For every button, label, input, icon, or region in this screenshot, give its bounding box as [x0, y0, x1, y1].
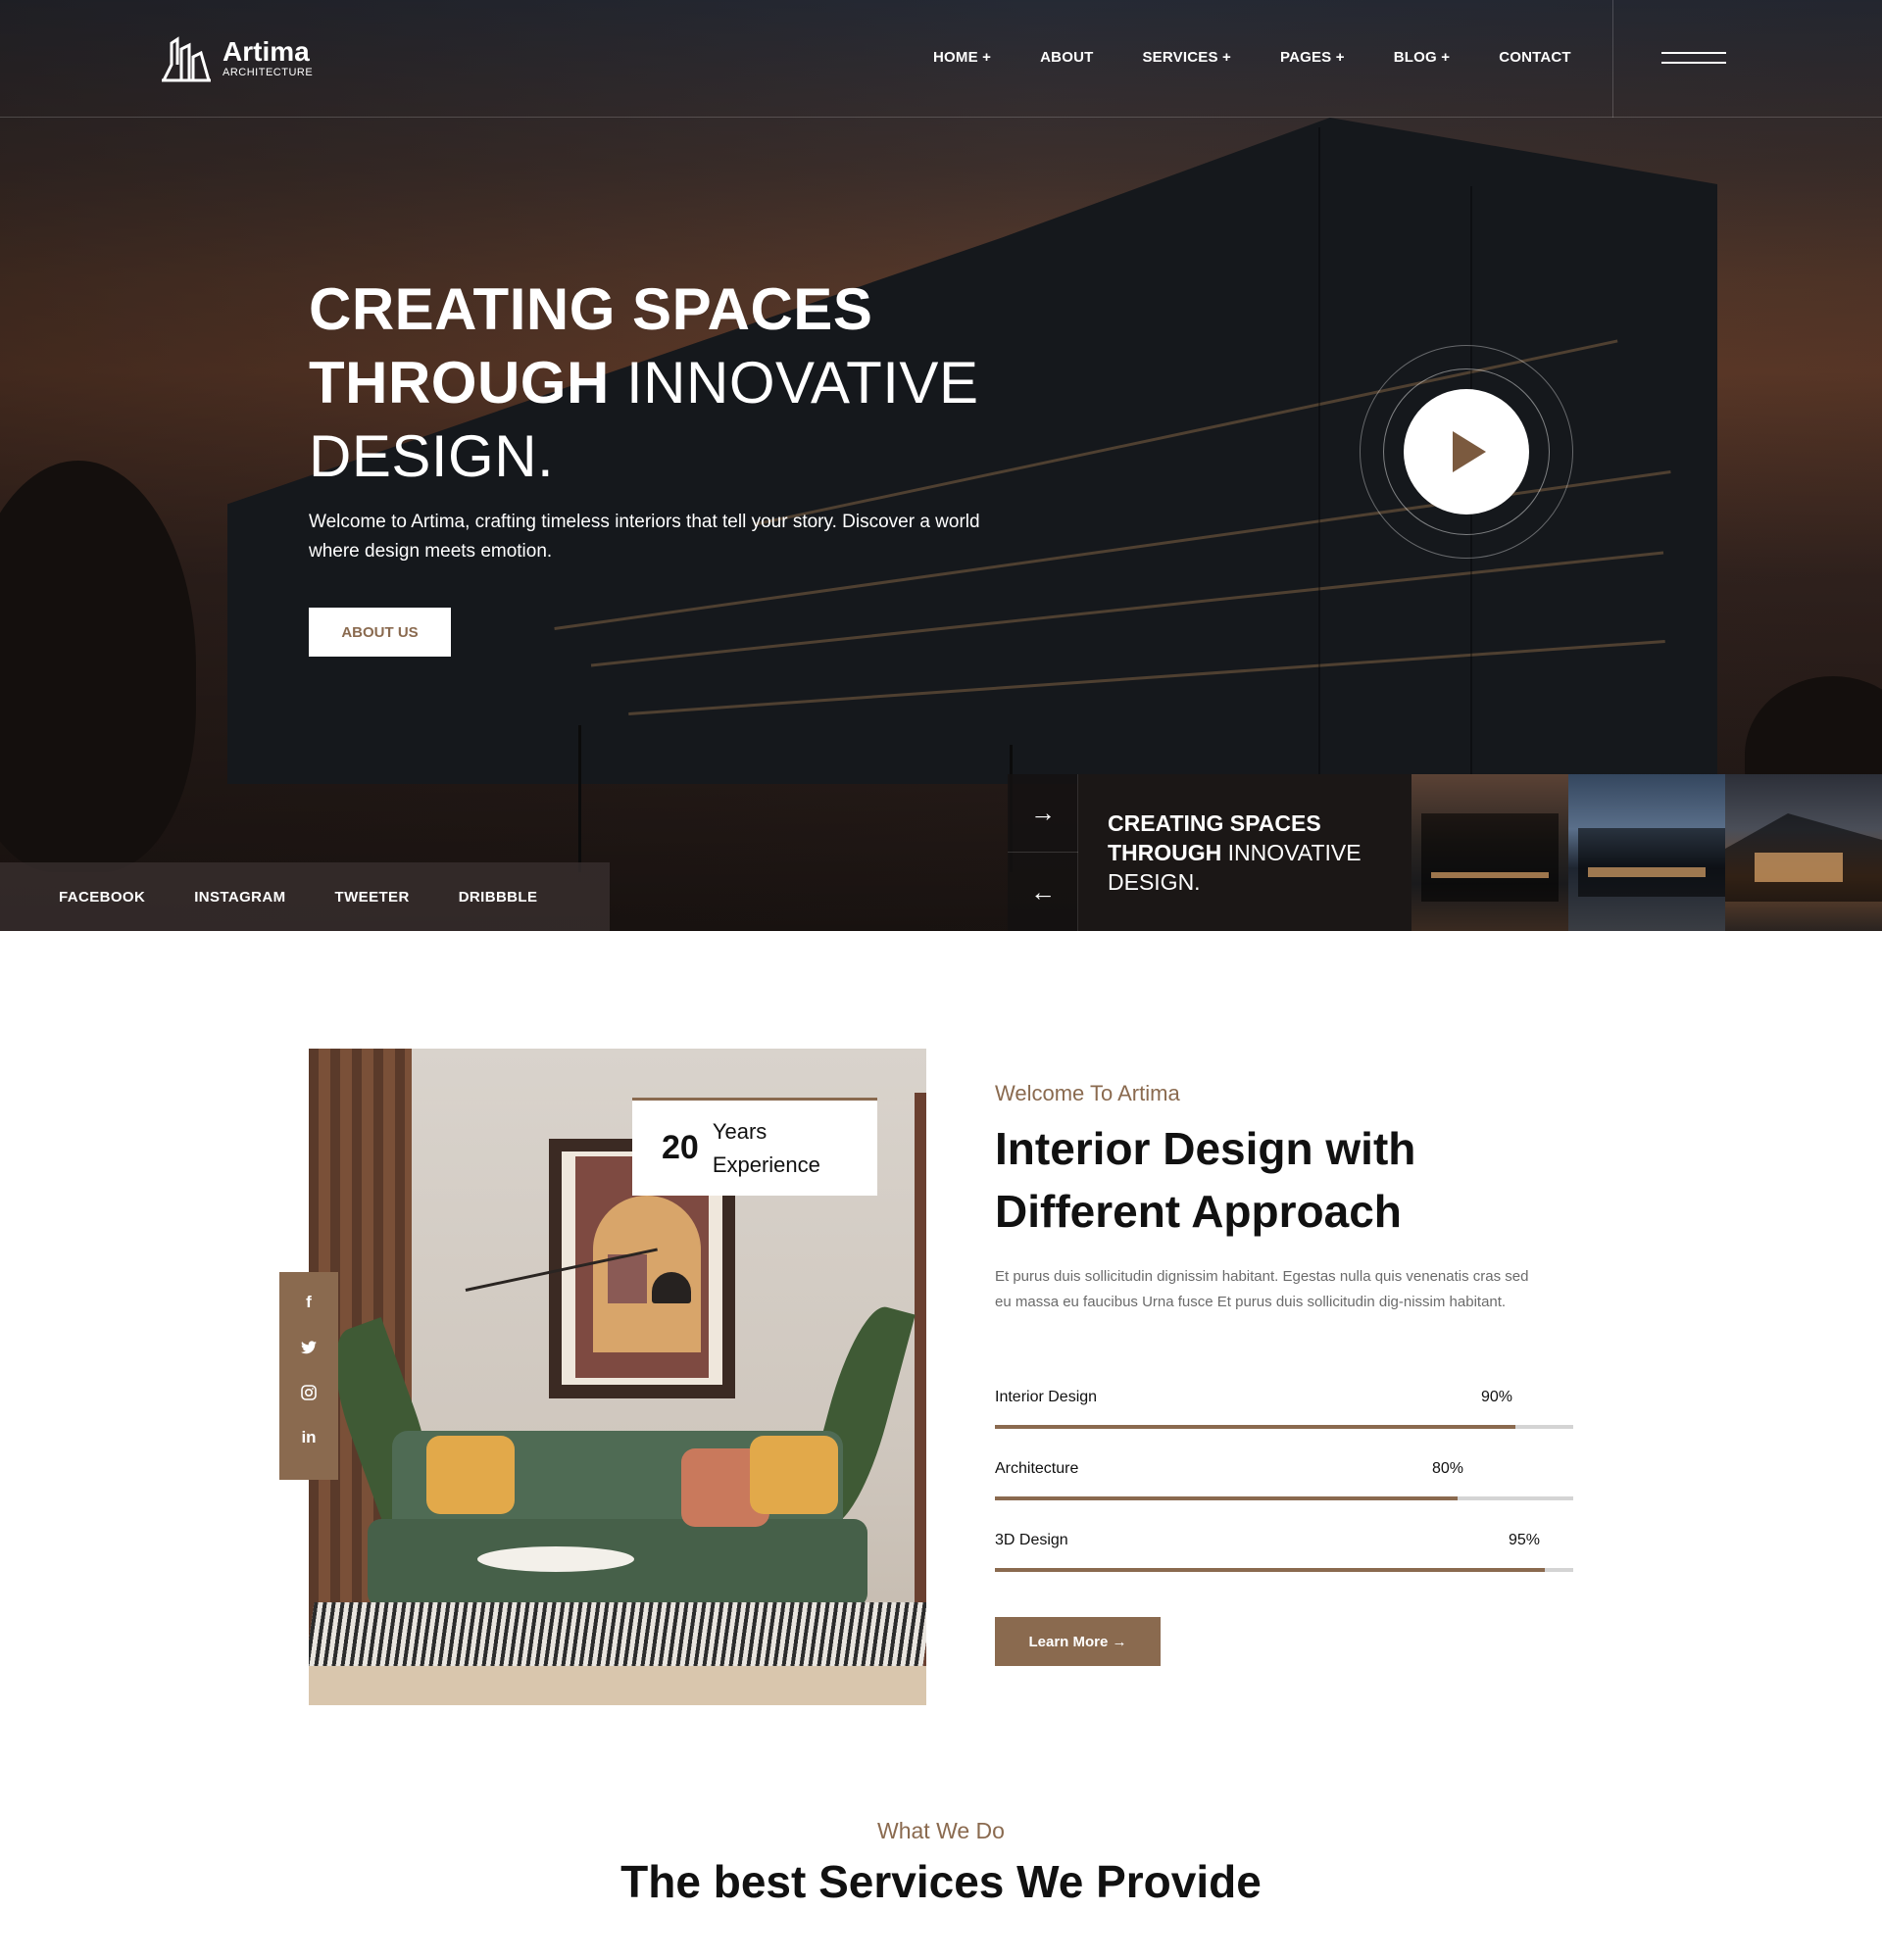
skill-name: 3D Design — [995, 1532, 1068, 1548]
experience-badge: 20 Years Experience — [632, 1098, 877, 1196]
linkedin-icon[interactable]: in — [279, 1415, 338, 1460]
about-text: Et purus duis sollicitudin dignissim hab… — [995, 1268, 1529, 1310]
about-subtitle: Welcome To Artima — [995, 1081, 1180, 1105]
wood-floor — [309, 1666, 926, 1705]
play-icon — [1453, 431, 1486, 472]
arrow-right-icon[interactable]: → — [1008, 774, 1078, 853]
building-logo-icon — [160, 35, 213, 82]
skill-percent: 80% — [1432, 1460, 1464, 1477]
skill-fill — [995, 1496, 1458, 1500]
hero-title: CREATING SPACES THROUGH INNOVATIVE DESIG… — [309, 272, 978, 493]
coffee-table — [477, 1546, 634, 1572]
social-dribbble[interactable]: DRIBBBLE — [459, 889, 538, 906]
thumb-building — [1578, 828, 1725, 897]
slider-caption-line2-bold: THROUGH — [1108, 840, 1222, 865]
building-column — [1318, 127, 1320, 774]
skill-percent: 95% — [1509, 1532, 1541, 1548]
hero-section: Artima ARCHITECTURE HOME + ABOUT SERVICE… — [0, 0, 1882, 931]
slider-caption: CREATING SPACES THROUGH INNOVATIVE DESIG… — [1078, 774, 1412, 931]
nav-home[interactable]: HOME + — [933, 49, 991, 66]
facebook-icon[interactable]: f — [279, 1280, 338, 1325]
slider-arrows: → ← — [1008, 774, 1078, 931]
nav-pages[interactable]: PAGES + — [1280, 49, 1345, 66]
hero-title-line2-bold: THROUGH — [309, 350, 610, 416]
hamburger-line — [1661, 62, 1726, 64]
skill-bar: Architecture 80% — [995, 1460, 1573, 1519]
services-subtitle: What We Do — [877, 1818, 1005, 1843]
logo[interactable]: Artima ARCHITECTURE — [160, 35, 313, 82]
hero-title-line1: CREATING SPACES — [309, 276, 873, 342]
hamburger-line — [1661, 52, 1726, 54]
experience-number: 20 — [662, 1129, 699, 1166]
nav-blog[interactable]: BLOG + — [1394, 49, 1450, 66]
logo-name: Artima — [223, 36, 310, 67]
skill-fill — [995, 1425, 1515, 1429]
about-us-button[interactable]: ABOUT US — [309, 608, 451, 657]
skill-track — [995, 1568, 1573, 1572]
hero-title-line2-thin: INNOVATIVE — [609, 350, 979, 416]
main-nav: HOME + ABOUT SERVICES + PAGES + BLOG + C… — [933, 49, 1571, 66]
services-title: The best Services We Provide — [620, 1856, 1262, 1907]
thumb-building — [1421, 813, 1559, 902]
side-social-bar: f in — [279, 1272, 338, 1480]
header-divider — [1612, 0, 1613, 118]
skill-bar: Interior Design 90% — [995, 1389, 1573, 1447]
hero-title-line3: DESIGN. — [309, 423, 555, 489]
social-links-bar: FACEBOOK INSTAGRAM TWEETER DRIBBBLE — [0, 862, 610, 931]
play-video-button[interactable] — [1404, 389, 1529, 514]
instagram-icon[interactable] — [279, 1370, 338, 1415]
logo-tagline: ARCHITECTURE — [223, 67, 314, 78]
slider-caption-line1: CREATING SPACES — [1108, 810, 1321, 836]
hero-description: Welcome to Artima, crafting timeless int… — [309, 512, 980, 562]
skill-percent: 90% — [1481, 1389, 1513, 1405]
social-instagram[interactable]: INSTAGRAM — [194, 889, 285, 906]
pillow — [426, 1436, 515, 1514]
thumb-window-glow — [1755, 853, 1843, 882]
arrow-left-icon[interactable]: ← — [1008, 853, 1078, 931]
slider-caption-line3: DESIGN. — [1108, 869, 1201, 895]
nav-services[interactable]: SERVICES + — [1142, 49, 1231, 66]
wall-lamp-shade — [652, 1272, 691, 1303]
hamburger-icon[interactable] — [1661, 52, 1726, 66]
skill-track — [995, 1496, 1573, 1500]
skill-fill — [995, 1568, 1545, 1572]
thumb-window-glow — [1431, 872, 1549, 878]
slider-thumbnail[interactable] — [1568, 774, 1725, 931]
skill-track — [995, 1425, 1573, 1429]
thumb-window-glow — [1588, 867, 1706, 877]
experience-line1: Years — [712, 1118, 768, 1144]
slider-thumbnail[interactable] — [1412, 774, 1568, 931]
social-tweeter[interactable]: TWEETER — [335, 889, 410, 906]
twitter-icon[interactable] — [279, 1325, 338, 1370]
artwork-block — [608, 1254, 647, 1303]
nav-about[interactable]: ABOUT — [1040, 49, 1093, 66]
learn-more-button[interactable]: Learn More → — [995, 1617, 1161, 1666]
experience-line2: Experience — [712, 1152, 820, 1177]
site-header: Artima ARCHITECTURE HOME + ABOUT SERVICE… — [0, 0, 1882, 118]
social-facebook[interactable]: FACEBOOK — [59, 889, 145, 906]
about-title: Interior Design with Different Approach — [995, 1123, 1416, 1237]
slider-caption-line2-thin: INNOVATIVE — [1221, 840, 1362, 865]
nav-contact[interactable]: CONTACT — [1499, 49, 1571, 66]
pillow — [750, 1436, 838, 1514]
skill-name: Architecture — [995, 1460, 1079, 1477]
tree-silhouette — [0, 461, 196, 872]
experience-label: Years Experience — [713, 1115, 820, 1182]
slider-thumbnail[interactable] — [1725, 774, 1882, 931]
skill-name: Interior Design — [995, 1389, 1098, 1405]
street-lamp — [578, 725, 581, 872]
skill-bar: 3D Design 95% — [995, 1532, 1573, 1591]
